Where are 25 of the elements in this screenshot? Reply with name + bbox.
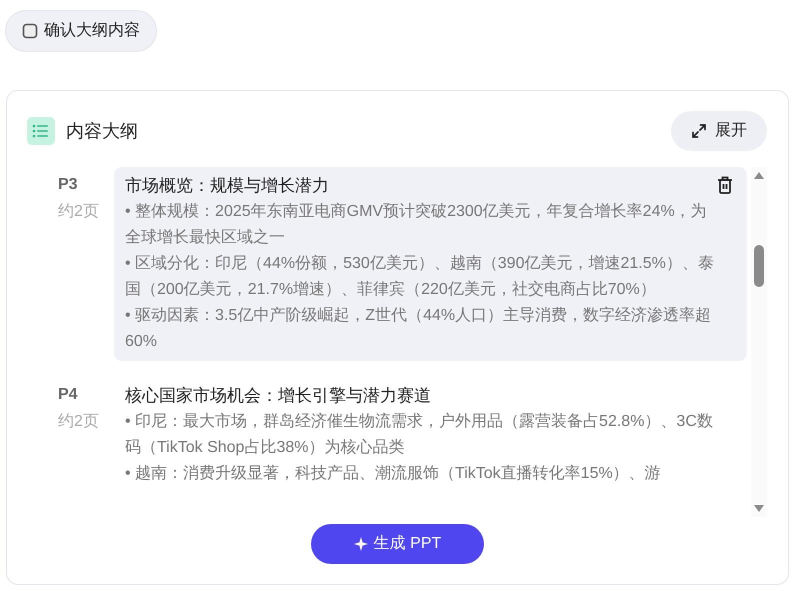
sparkle-icon [354,537,368,551]
outline-section[interactable]: 市场概览：规模与增长潜力 • 整体规模：2025年东南亚电商GMV预计突破2300亿美元，年复合增长率24%，为全球增长最快区域之一 • 区域分化：印尼（44%份额，530亿美元）、越南（390亿美元，增速21.5%）、泰国（200亿美元，21.7%增速）、菲律宾（220亿美元，社交电商占比70%） • 驱动因素：3.5亿中产阶级崛起，Z世代（44%人口）主导消费，数字经济渗透率超60% [114,167,747,361]
outline-title: 内容大纲 [66,120,138,142]
scroll-down-arrow-icon[interactable] [753,503,765,513]
section-title: 核心国家市场机会：增长引擎与潜力赛道 [125,385,431,407]
bullet-point: • 整体规模：2025年东南亚电商GMV预计突破2300亿美元，年复合增长率24%，为全球增长最快区域之一 [125,202,708,248]
section-title: 市场概览：规模与增长潜力 [125,175,329,197]
expand-arrows-icon [691,123,707,139]
scroll-up-arrow-icon[interactable] [753,171,765,181]
page-count: 约2页 [58,202,100,222]
bullet-point: • 驱动因素：3.5亿中产阶级崛起，Z世代（44%人口）主导消费，数字经济渗透率超60% [125,306,712,352]
page-count: 约2页 [58,412,100,432]
trash-icon[interactable] [717,176,733,194]
generate-ppt-button[interactable]: 生成 PPT [311,524,484,564]
page-number: P3 [58,175,79,195]
bullet-point: • 越南：消费升级显著，科技产品、潮流服饰（TikTok直播转化率15%）、游 [125,464,662,484]
scrollbar-thumb[interactable] [754,245,764,287]
confirm-outline-button[interactable]: 确认大纲内容 [5,10,157,52]
bullet-point: • 区域分化：印尼（44%份额，530亿美元）、越南（390亿美元，增速21.5%）、泰国（200亿美元，21.7%增速）、菲律宾（220亿美元，社交电商占比70%） [125,254,715,300]
bullet-point: • 印尼：最大市场，群岛经济催生物流需求，户外用品（露营装备占52.8%）、3C数码（TikTok Shop占比38%）为核心品类 [125,412,714,458]
square-icon [22,23,38,39]
expand-button[interactable]: 展开 [671,111,767,151]
list-icon [27,117,55,145]
page-number: P4 [58,385,79,405]
scrollbar[interactable] [751,167,767,517]
